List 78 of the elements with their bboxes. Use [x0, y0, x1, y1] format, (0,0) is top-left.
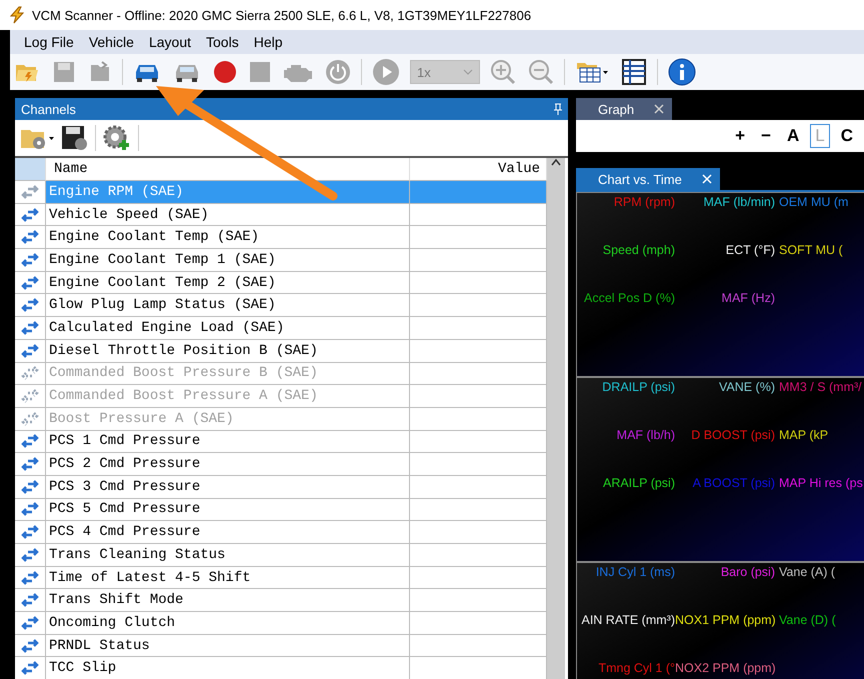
play-icon — [372, 58, 400, 86]
channel-name[interactable]: PCS 4 Cmd Pressure — [46, 521, 410, 544]
channel-name[interactable]: Oncoming Clutch — [46, 612, 410, 635]
corner-header-cell[interactable] — [15, 158, 46, 181]
channel-name[interactable]: TCC Slip — [46, 657, 410, 679]
channel-name[interactable]: PRNDL Status — [46, 634, 410, 658]
series-label: ARAILP (psi) — [602, 476, 675, 492]
power-icon — [325, 59, 351, 85]
graph-tab[interactable]: Graph — [576, 98, 672, 120]
channel-name[interactable]: Engine Coolant Temp 1 (SAE) — [46, 249, 410, 272]
channel-name[interactable]: Calculated Engine Load (SAE) — [46, 317, 410, 340]
toolbar-button[interactable] — [666, 56, 698, 88]
series-label: Speed (mph) — [602, 243, 675, 259]
table-dropdown-icon — [575, 60, 609, 84]
series-label: AIN RATE (mm³) — [580, 613, 675, 629]
channel-name[interactable]: Trans Cleaning Status — [46, 544, 410, 567]
channel-name[interactable]: Glow Plug Lamp Status (SAE) — [46, 294, 410, 318]
graph-tool-button[interactable]: C — [836, 124, 858, 148]
channel-name[interactable]: Trans Shift Mode — [46, 589, 410, 612]
menu-item[interactable]: Tools — [200, 32, 245, 52]
series-label: Accel Pos D (%) — [583, 291, 675, 307]
series-label: Tmng Cyl 1 (° — [597, 661, 675, 677]
series-label: INJ Cyl 1 (ms) — [594, 565, 675, 581]
menu-item[interactable]: Log File — [18, 32, 80, 52]
scroll-up-icon[interactable] — [551, 158, 561, 166]
info-icon — [668, 58, 696, 86]
chart-tab[interactable]: Chart vs. Time — [576, 168, 720, 190]
series-label: MAF (lb/min) — [702, 195, 775, 211]
series-label: NOX2 PPM (ppm) — [675, 661, 775, 677]
stop-icon — [249, 61, 271, 83]
series-label: MAF (lb/h) — [616, 428, 675, 444]
file-export-icon — [88, 60, 112, 84]
graph-tool-button[interactable]: A — [782, 124, 804, 148]
channel-name[interactable]: PCS 2 Cmd Pressure — [46, 453, 410, 476]
series-label: RPM (rpm) — [612, 195, 675, 211]
zoom-in-icon — [490, 59, 516, 85]
channel-name[interactable]: Vehicle Speed (SAE) — [46, 204, 410, 226]
series-label: VANE (%) — [718, 380, 775, 396]
window-title: VCM Scanner - Offline: 2020 GMC Sierra 2500 SLE, 6.6 L, V8, 1GT39MEY1LF227806 — [32, 8, 532, 22]
spreadsheet-icon — [621, 59, 647, 85]
gear-add-icon[interactable] — [102, 124, 132, 152]
lightning-icon — [8, 6, 26, 24]
chevron-down-icon — [463, 69, 473, 75]
series-label: Vane (A) ( — [778, 565, 836, 581]
series-label: D BOOST (psi) — [690, 428, 775, 444]
graph-tool-button[interactable]: + — [730, 124, 750, 148]
panel-title: Channels — [21, 102, 76, 116]
series-label: A BOOST (psi) — [692, 476, 775, 492]
series-label: OEM MU (m — [778, 195, 850, 211]
close-icon[interactable] — [654, 104, 664, 114]
series-label: MM3 / S (mm³/ — [778, 380, 863, 396]
series-label: MAF (Hz) — [720, 291, 775, 307]
menu-item[interactable]: Layout — [142, 32, 198, 52]
channel-name[interactable]: Engine Coolant Temp 2 (SAE) — [46, 272, 410, 294]
channel-name[interactable]: PCS 3 Cmd Pressure — [46, 476, 410, 499]
channel-name[interactable]: Time of Latest 4-5 Shift — [46, 566, 410, 590]
tab-label: Graph — [598, 102, 634, 116]
zoom-out-icon — [528, 59, 554, 85]
disk-gear-icon[interactable] — [61, 125, 89, 151]
channel-name[interactable]: PCS 1 Cmd Pressure — [46, 430, 410, 454]
channel-name[interactable]: PCS 5 Cmd Pressure — [46, 498, 410, 522]
series-label: ECT (°F) — [724, 243, 775, 259]
record-icon — [213, 60, 237, 84]
series-label: MAP Hi res (ps — [778, 476, 864, 492]
graph-tool-button[interactable]: − — [756, 124, 776, 148]
menu-item[interactable]: Vehicle — [82, 32, 140, 52]
series-label: MAP (kP — [778, 428, 830, 444]
tab-label: Chart vs. Time — [598, 172, 682, 186]
series-label: Vane (D) ( — [778, 613, 837, 629]
toolbar-button[interactable] — [619, 57, 649, 87]
series-label: Baro (psi) — [720, 565, 775, 581]
series-label: SOFT MU ( — [778, 243, 844, 259]
menu-item[interactable]: Help — [248, 32, 288, 52]
pin-icon[interactable] — [554, 103, 562, 115]
channel-name[interactable]: Diesel Throttle Position B (SAE) — [46, 340, 410, 362]
series-label: NOX1 PPM (ppm) — [675, 613, 775, 629]
channel-name[interactable]: Engine Coolant Temp (SAE) — [46, 226, 410, 250]
series-label: DRAILP (psi) — [601, 380, 675, 396]
